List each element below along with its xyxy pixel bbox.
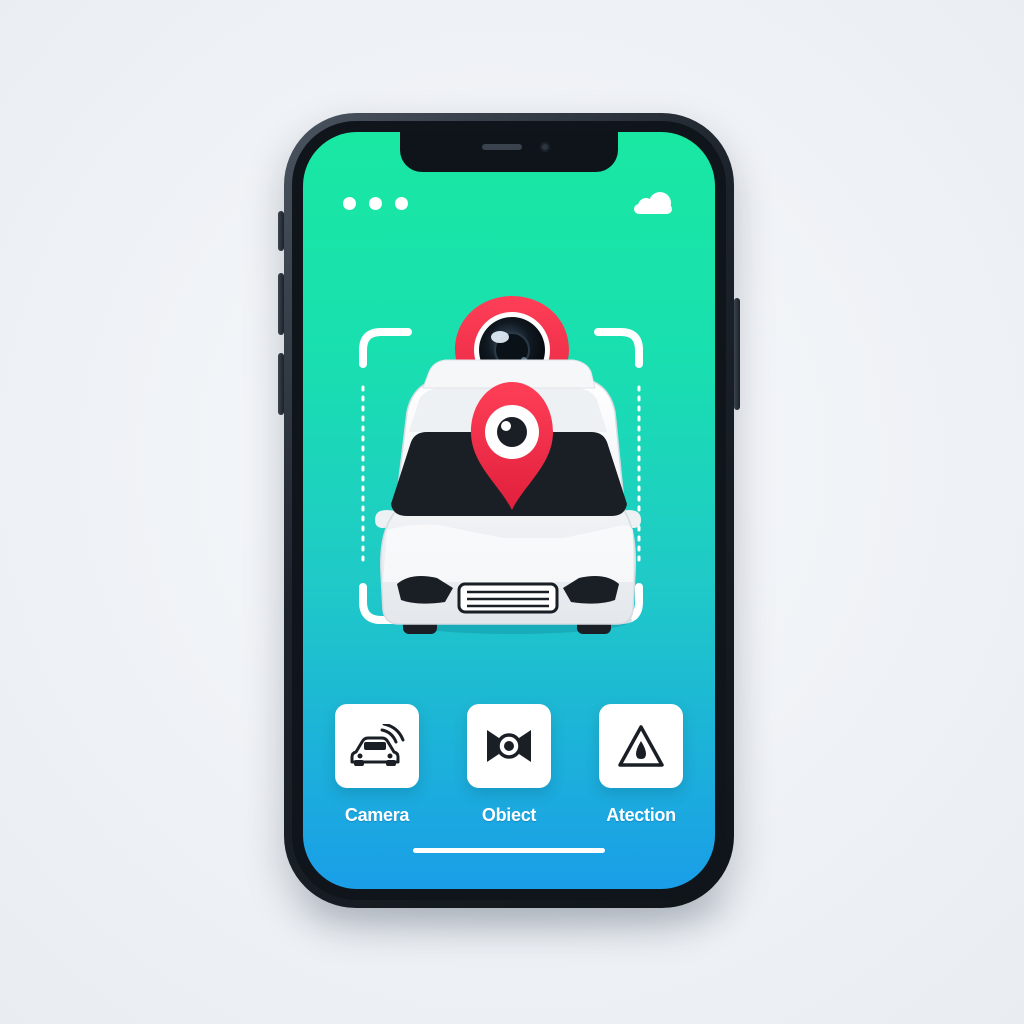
- background: Camera Obiect Atection: [0, 0, 1024, 1024]
- silent-switch: [278, 211, 284, 251]
- attention-tile[interactable]: [599, 704, 683, 788]
- volume-down-button: [278, 353, 284, 415]
- car-signal-icon: [350, 724, 405, 766]
- volume-up-button: [278, 273, 284, 335]
- object-label: Obiect: [481, 805, 537, 825]
- power-button: [734, 298, 740, 410]
- feature-tiles: Camera Obiect Atection: [303, 704, 715, 825]
- camera-label: Camera: [344, 805, 410, 825]
- home-indicator[interactable]: [413, 848, 605, 853]
- app-screen: Camera Obiect Atection: [303, 132, 715, 889]
- object-tile[interactable]: [467, 704, 551, 788]
- phone-device: Camera Obiect Atection: [278, 113, 740, 908]
- warning-triangle-icon: [618, 725, 664, 767]
- camera-tile[interactable]: [335, 704, 419, 788]
- attention-label: Atection: [606, 805, 676, 825]
- object-focus-icon: [487, 730, 531, 762]
